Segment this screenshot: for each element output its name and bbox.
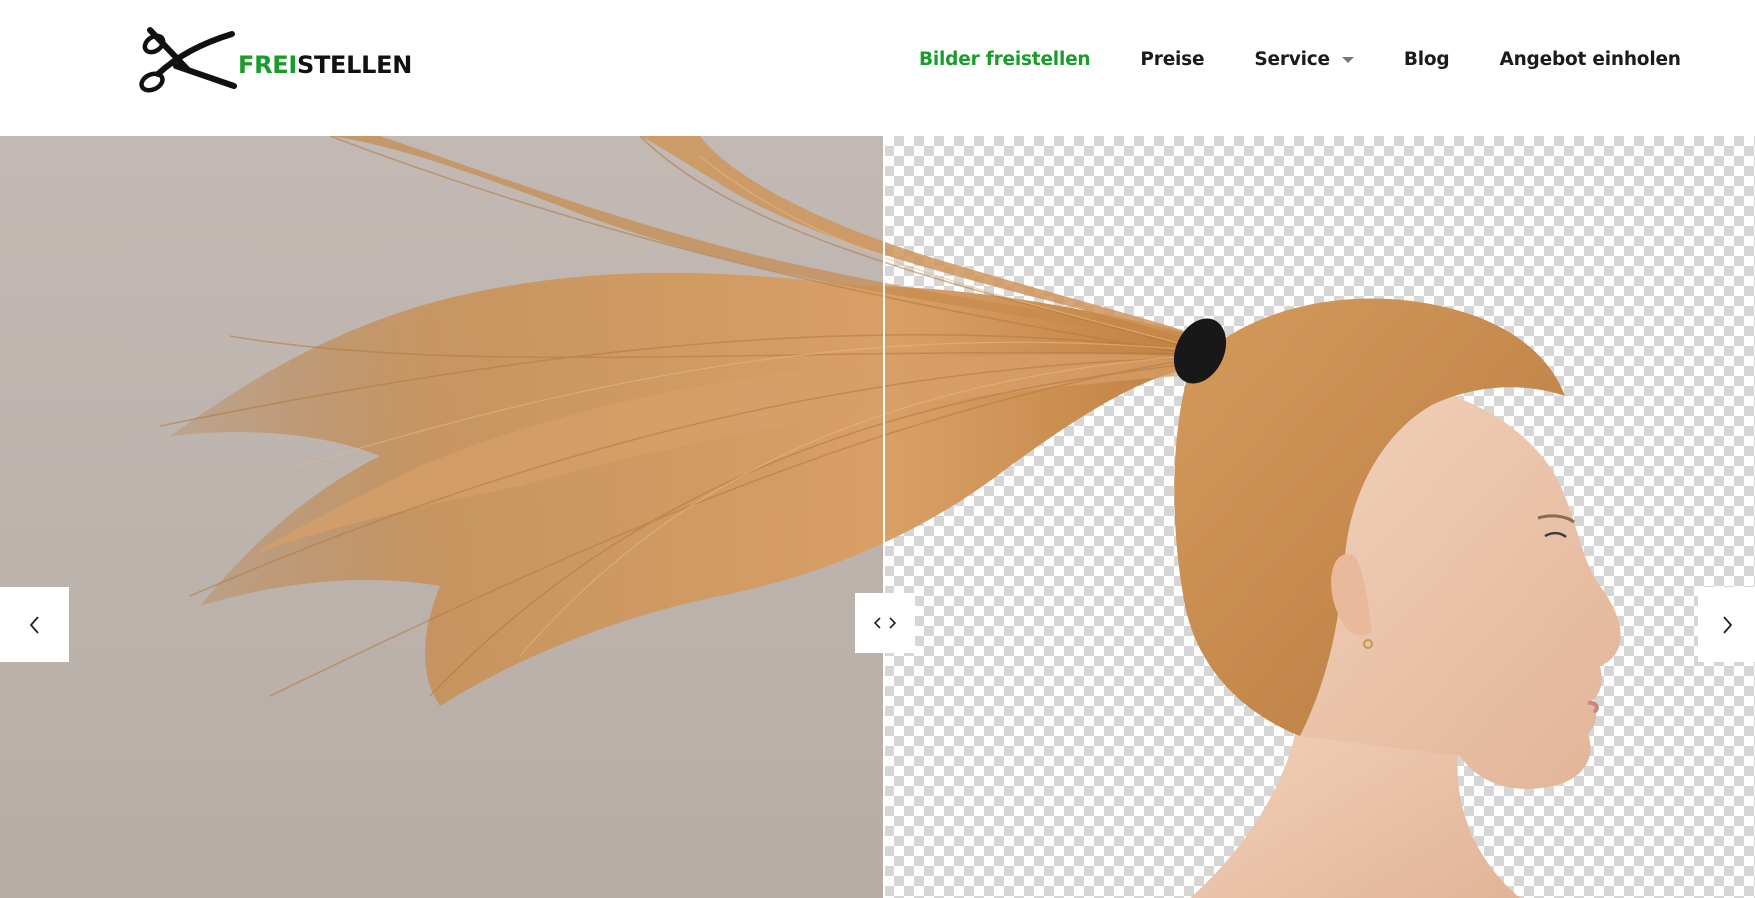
nav-item-label: Preise: [1140, 48, 1205, 70]
logo[interactable]: FREISTELLEN: [136, 26, 412, 96]
nav-item-preise[interactable]: Preise: [1140, 49, 1204, 70]
nav-item-label: Angebot einholen: [1499, 48, 1681, 70]
logo-text-accent: FREI: [238, 51, 297, 79]
previous-slide-button[interactable]: [0, 587, 69, 662]
left-right-arrows-icon: [873, 617, 897, 629]
nav-item-label: Service: [1254, 48, 1330, 70]
comparison-divider-line: [883, 136, 885, 898]
nav-item-blog[interactable]: Blog: [1404, 49, 1450, 70]
site-header: FREISTELLEN Bilder freistellen Preise Se…: [0, 0, 1755, 136]
nav-item-bilder-freistellen[interactable]: Bilder freistellen: [919, 48, 1091, 70]
chevron-right-icon: [1722, 615, 1732, 634]
nav-item-service[interactable]: Service: [1254, 49, 1354, 70]
chevron-left-icon: [29, 615, 39, 634]
comparison-drag-handle[interactable]: [855, 593, 915, 653]
next-slide-button[interactable]: [1698, 587, 1755, 662]
logo-text: FREISTELLEN: [238, 51, 412, 79]
nav-item-label: Bilder freistellen: [919, 48, 1091, 70]
dropdown-caret-icon: [1341, 57, 1354, 63]
hero-photo: [159, 136, 1621, 898]
scissors-icon: [139, 27, 237, 93]
nav-item-label: Blog: [1403, 48, 1450, 70]
before-after-slider[interactable]: [0, 136, 1755, 898]
nav-item-angebot-einholen[interactable]: Angebot einholen: [1499, 48, 1681, 70]
main-nav: Bilder freistellen Preise Service Blog A…: [919, 44, 1681, 74]
logo-text-main: STELLEN: [297, 51, 413, 79]
